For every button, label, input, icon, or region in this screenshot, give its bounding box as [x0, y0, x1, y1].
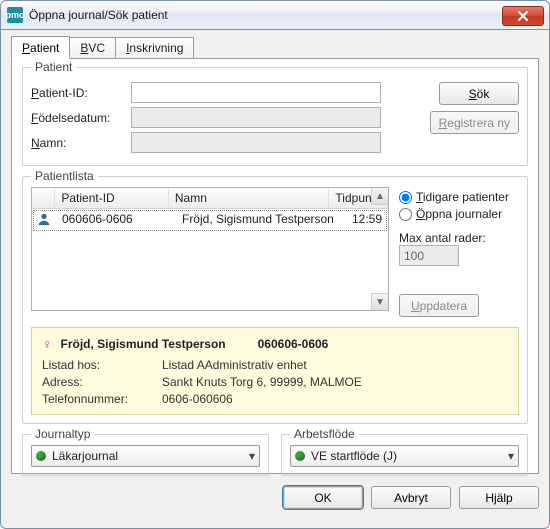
patient-list[interactable]: Patient-ID Namn Tidpunkt 060606-0606 Frö…	[31, 187, 389, 311]
label-patient-id: Patient-ID:	[31, 86, 131, 100]
window-body: Patient BVC Inskrivning Patient Patient-…	[0, 30, 550, 529]
value-telefon: 0606-060606	[162, 392, 508, 406]
status-dot-icon	[36, 451, 46, 461]
input-name	[131, 132, 381, 153]
label-name: Namn:	[31, 136, 131, 150]
chevron-down-icon: ▾	[249, 449, 255, 463]
detail-pid: 060606-0606	[258, 337, 329, 351]
person-icon	[37, 212, 51, 229]
close-icon	[518, 11, 528, 21]
group-arbetsflode: Arbetsflöde VE startflöde (J) ▾	[281, 434, 528, 476]
list-header: Patient-ID Namn Tidpunkt	[32, 188, 388, 209]
cell-time: 12:59	[346, 209, 388, 232]
radio-previous-patients-input[interactable]	[399, 191, 412, 204]
input-birthdate	[131, 107, 381, 128]
label-adress: Adress:	[42, 375, 162, 389]
tab-patient[interactable]: Patient	[11, 36, 70, 59]
label-listad: Listad hos:	[42, 358, 162, 372]
help-button[interactable]: Hjälp	[459, 486, 539, 509]
register-new-button: Registrera ny	[430, 111, 519, 134]
dialog-footer: OK Avbryt Hjälp	[11, 486, 539, 509]
input-maxrows[interactable]	[399, 245, 459, 266]
cell-name: Fröjd, Sigismund Testperson	[176, 209, 346, 232]
value-listad: Listad AAdministrativ enhet	[162, 358, 508, 372]
cancel-button[interactable]: Avbryt	[371, 486, 451, 509]
label-telefon: Telefonnummer:	[42, 392, 162, 406]
window-close-button[interactable]	[502, 6, 544, 26]
group-arbetsflode-legend: Arbetsflöde	[290, 427, 359, 441]
status-dot-icon	[295, 451, 305, 461]
ok-button[interactable]: OK	[283, 486, 363, 509]
value-adress: Sankt Knuts Torg 6, 99999, MALMOE	[162, 375, 508, 389]
group-patient-legend: Patient	[31, 60, 76, 74]
tab-panel-patient: Patient Patient-ID: Födelsedatum: Namn: …	[11, 58, 539, 474]
scroll-down-button[interactable]: ▼	[371, 293, 388, 310]
tab-inskrivning[interactable]: Inskrivning	[115, 37, 194, 58]
search-button[interactable]: Sök	[439, 82, 519, 105]
combo-arbetsflode[interactable]: VE startflöde (J) ▾	[290, 445, 519, 467]
group-journaltyp-legend: Journaltyp	[31, 427, 94, 441]
label-birthdate: Födelsedatum:	[31, 111, 131, 125]
group-journaltyp: Journaltyp Läkarjournal ▾	[22, 434, 269, 476]
tabstrip: Patient BVC Inskrivning	[11, 36, 539, 58]
input-patient-id[interactable]	[131, 82, 381, 103]
patient-detail-panel: ♀ Fröjd, Sigismund Testperson 060606-060…	[31, 327, 519, 415]
combo-journaltyp-value: Läkarjournal	[52, 449, 118, 463]
label-maxrows: Max antal rader:	[399, 231, 519, 245]
col-name[interactable]: Namn	[169, 188, 330, 208]
update-button: Uppdatera	[399, 294, 479, 317]
tab-bvc[interactable]: BVC	[69, 37, 116, 58]
group-patient: Patient Patient-ID: Födelsedatum: Namn: …	[22, 67, 528, 166]
radio-open-journals-input[interactable]	[399, 208, 412, 221]
detail-name: Fröjd, Sigismund Testperson	[61, 337, 226, 351]
gender-female-icon: ♀	[42, 336, 53, 352]
combo-arbetsflode-value: VE startflöde (J)	[311, 449, 397, 463]
combo-journaltyp[interactable]: Läkarjournal ▾	[31, 445, 260, 467]
cell-patient-id: 060606-0606	[56, 209, 176, 232]
tab-patient-rest: atient	[30, 41, 59, 55]
app-icon: pmo	[7, 7, 23, 23]
col-patient-id[interactable]: Patient-ID	[55, 188, 169, 208]
group-patientlist-legend: Patientlista	[31, 169, 98, 183]
list-side-controls: Tidigare patienter Öppna journaler Max a…	[399, 187, 519, 317]
radio-previous-patients[interactable]: Tidigare patienter	[399, 190, 519, 204]
scroll-up-button[interactable]: ▲	[371, 188, 388, 205]
chevron-down-icon: ▾	[508, 449, 514, 463]
list-row[interactable]: 060606-0606 Fröjd, Sigismund Testperson …	[32, 209, 388, 232]
radio-open-journals[interactable]: Öppna journaler	[399, 207, 519, 221]
group-patientlist: Patientlista Patient-ID Namn Tidpunkt	[22, 176, 528, 424]
window-title: Öppna journal/Sök patient	[29, 8, 168, 22]
titlebar: pmo Öppna journal/Sök patient	[0, 0, 550, 30]
